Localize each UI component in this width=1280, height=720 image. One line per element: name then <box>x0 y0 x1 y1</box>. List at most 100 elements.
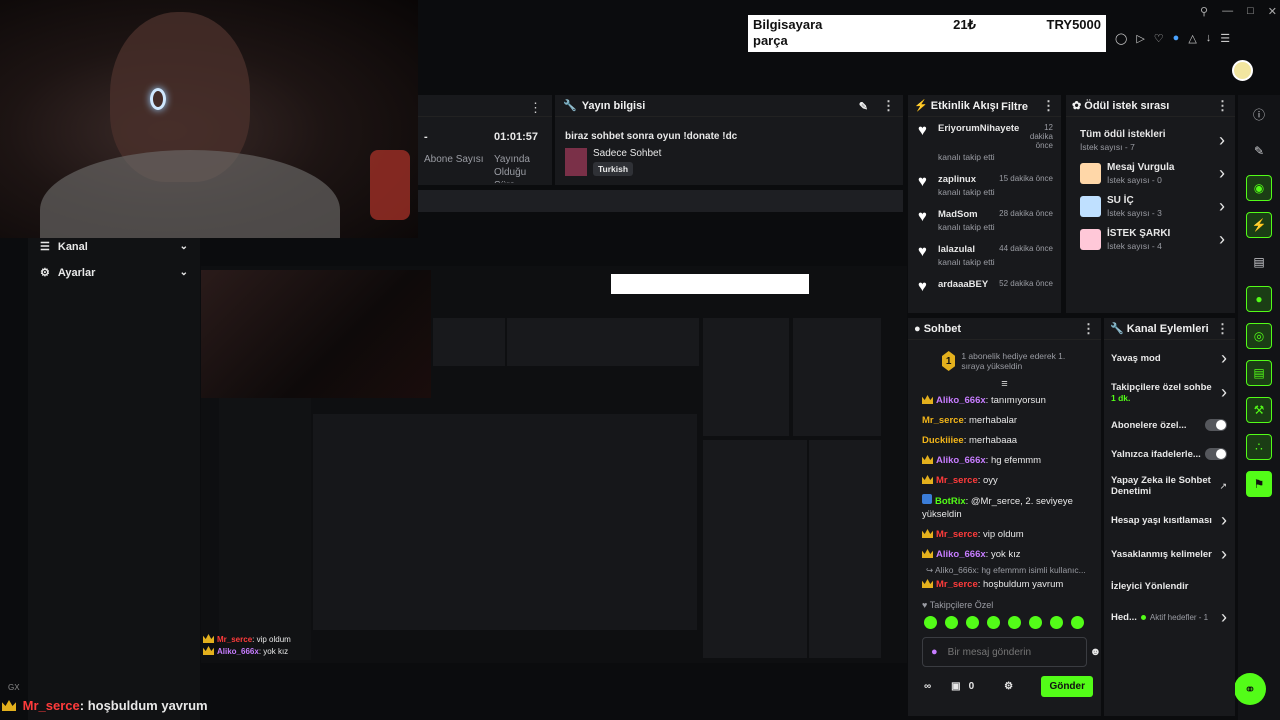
avatar[interactable] <box>1232 60 1253 81</box>
document-icon[interactable]: ▤ <box>1246 249 1272 275</box>
reward-name: İSTEK ŞARKI <box>1107 228 1171 239</box>
activity-item[interactable]: zaplinux 15 dakika önce kanalı takip etti <box>918 173 1053 197</box>
tools-icon[interactable]: ⚒ <box>1246 397 1272 423</box>
channel-action-item[interactable]: Hesap yaşı kısıtlaması <box>1111 510 1227 531</box>
chat-username[interactable]: Mr_serce <box>936 529 978 540</box>
send-button[interactable]: Gönder <box>1041 676 1093 697</box>
activity-body: zaplinux 15 dakika önce kanalı takip etti <box>938 174 1053 197</box>
mic-icon[interactable]: ● <box>1173 32 1180 44</box>
edit-icon[interactable]: ✎ <box>859 101 868 113</box>
reward-item[interactable]: SU İÇ İstek sayısı - 3 <box>1080 195 1225 218</box>
emote-icon[interactable] <box>1029 616 1042 629</box>
chat-input-box[interactable]: ● ☻ <box>922 637 1101 667</box>
chat-input[interactable] <box>947 646 1080 658</box>
toggle-switch[interactable] <box>1205 448 1227 460</box>
search-icon[interactable]: ⚲ <box>1200 5 1208 21</box>
points-icon[interactable]: ▣ <box>951 681 960 692</box>
pinned-message[interactable]: 1 1 abonelik hediye ederek 1. sıraya yük… <box>914 348 1095 374</box>
chat-icon[interactable]: ● <box>1246 286 1272 312</box>
activity-user[interactable]: lalazulal <box>938 244 975 255</box>
reward-count: İstek sayısı - 0 <box>1107 175 1162 185</box>
activity-item[interactable]: lalazulal 44 dakika önce kanalı takip etti <box>918 243 1053 267</box>
support-button[interactable]: ⚭ <box>1234 673 1266 705</box>
emote-icon[interactable] <box>1071 616 1084 629</box>
activity-user[interactable]: ardaaaBEY <box>938 279 988 290</box>
channel-action-item[interactable]: Yavaş mod <box>1111 348 1227 369</box>
activity-user[interactable]: zaplinux <box>938 174 976 185</box>
chat-username[interactable]: Mr_serce <box>936 475 978 486</box>
chat-username[interactable]: Mr_serce <box>922 415 964 426</box>
rank-badge: 1 <box>942 351 956 371</box>
channel-action-label: Abonelere özel... <box>1111 419 1187 431</box>
flag-icon[interactable]: ⚑ <box>1246 471 1272 497</box>
minimize-icon[interactable]: — <box>1222 5 1233 21</box>
layout-icon[interactable]: ▤ <box>1246 360 1272 386</box>
pencil-icon[interactable]: ✎ <box>1246 138 1272 164</box>
channel-action-item[interactable]: Yapay Zeka ile Sohbet Denetimi ↗ <box>1111 475 1227 497</box>
activity-item[interactable]: EriyorumNihayete 12 dakika önce kanalı tak… <box>918 122 1053 162</box>
channel-action-item[interactable]: Yasaklanmış kelimeler <box>1111 544 1227 565</box>
activity-top: lalazulal 44 dakika önce <box>938 244 1053 255</box>
emoji-icon[interactable]: ☻ <box>1090 646 1102 658</box>
channel-action-item[interactable]: Takipçilere özel sohbe 1 dk. <box>1111 382 1227 403</box>
more-icon[interactable] <box>1216 98 1229 114</box>
emote-icon[interactable] <box>1050 616 1063 629</box>
menu-icon[interactable]: ☰ <box>1220 32 1230 45</box>
more-icon[interactable] <box>882 101 895 113</box>
emote-icon[interactable] <box>966 616 979 629</box>
channel-action-label: Takipçilere özel sohbe <box>1111 382 1212 393</box>
heart-icon[interactable]: ♡ <box>1154 32 1164 45</box>
chat-username[interactable]: Duckiiiee <box>922 435 964 446</box>
reward-item[interactable]: Mesaj Vurgula İstek sayısı - 0 <box>1080 162 1225 185</box>
more-icon[interactable] <box>1042 101 1055 113</box>
chat-text: hg efemmm <box>990 455 1042 466</box>
more-icon[interactable] <box>1216 321 1229 337</box>
channel-action-label: Hed... <box>1111 612 1137 623</box>
activity-body: EriyorumNihayete 12 dakika önce kanalı tak… <box>938 123 1053 162</box>
more-icon[interactable] <box>1082 321 1095 337</box>
info-icon[interactable]: ⓘ <box>1246 101 1272 127</box>
chat-username[interactable]: Aliko_666x <box>936 455 986 466</box>
play-icon[interactable]: ▷ <box>1136 32 1144 45</box>
broadcast-icon[interactable]: ◎ <box>1246 323 1272 349</box>
channel-action-item[interactable]: Abonelere özel... <box>1111 417 1227 433</box>
infinity-icon[interactable]: ∞ <box>924 681 931 692</box>
sidebar-item-kanal[interactable]: ☰ Kanal ⌄ <box>40 238 188 254</box>
emote-icon[interactable] <box>945 616 958 629</box>
chat-username[interactable]: Mr_serce <box>936 579 978 590</box>
chat-username[interactable]: BotRix <box>935 496 966 507</box>
chat-username[interactable]: Aliko_666x <box>936 549 986 560</box>
more-icon[interactable] <box>529 99 542 116</box>
reward-item[interactable]: Tüm ödül istekleri İstek sayısı - 7 <box>1080 129 1225 152</box>
activity-user[interactable]: MadSom <box>938 209 978 220</box>
download-icon[interactable]: ↓ <box>1206 32 1212 44</box>
emote-icon[interactable] <box>987 616 1000 629</box>
activity-item[interactable]: MadSom 28 dakika önce kanalı takip etti <box>918 208 1053 232</box>
maximize-icon[interactable]: □ <box>1247 5 1254 21</box>
emote-icon[interactable] <box>924 616 937 629</box>
nodes-icon[interactable]: ∴ <box>1246 434 1272 460</box>
channel-action-item[interactable]: İzleyici Yönlendir <box>1111 578 1227 594</box>
channel-action-sub: Aktif hedefler - 1 <box>1149 613 1209 622</box>
chat-scroll-icon[interactable]: ≡ <box>908 378 1101 390</box>
activity-user[interactable]: EriyorumNihayete <box>938 123 1019 150</box>
mic-icon[interactable]: ● <box>931 646 938 658</box>
emote-icon[interactable] <box>1008 616 1021 629</box>
activity-header: ⚡ Etkinlik Akışı Filtre <box>908 95 1061 117</box>
activity-item[interactable]: ardaaaBEY 52 dakika önce <box>918 278 1053 295</box>
reward-item[interactable]: İSTEK ŞARKI İstek sayısı - 4 <box>1080 228 1225 251</box>
filter-button[interactable]: Filtre <box>1001 101 1028 113</box>
settings-icon[interactable]: ⚙ <box>1004 681 1013 692</box>
camera-icon[interactable]: ◉ <box>1246 175 1272 201</box>
toggle-switch[interactable] <box>1205 419 1227 431</box>
gift-icon: ✿ <box>1072 100 1082 112</box>
reward-body: SU İÇ İstek sayısı - 3 <box>1107 195 1213 218</box>
shield-icon[interactable]: ◯ <box>1115 32 1127 45</box>
channel-action-item[interactable]: Hed... Aktif hedefler - 1 <box>1111 607 1227 628</box>
chat-username[interactable]: Aliko_666x <box>936 395 986 406</box>
channel-action-item[interactable]: Yalnızca ifadelerle... <box>1111 446 1227 462</box>
extension-icon[interactable]: △ <box>1188 32 1196 45</box>
sidebar-item-ayarlar[interactable]: ⚙ Ayarlar ⌄ <box>40 264 188 280</box>
bolt-icon[interactable]: ⚡ <box>1246 212 1272 238</box>
close-icon[interactable]: ✕ <box>1268 5 1277 21</box>
